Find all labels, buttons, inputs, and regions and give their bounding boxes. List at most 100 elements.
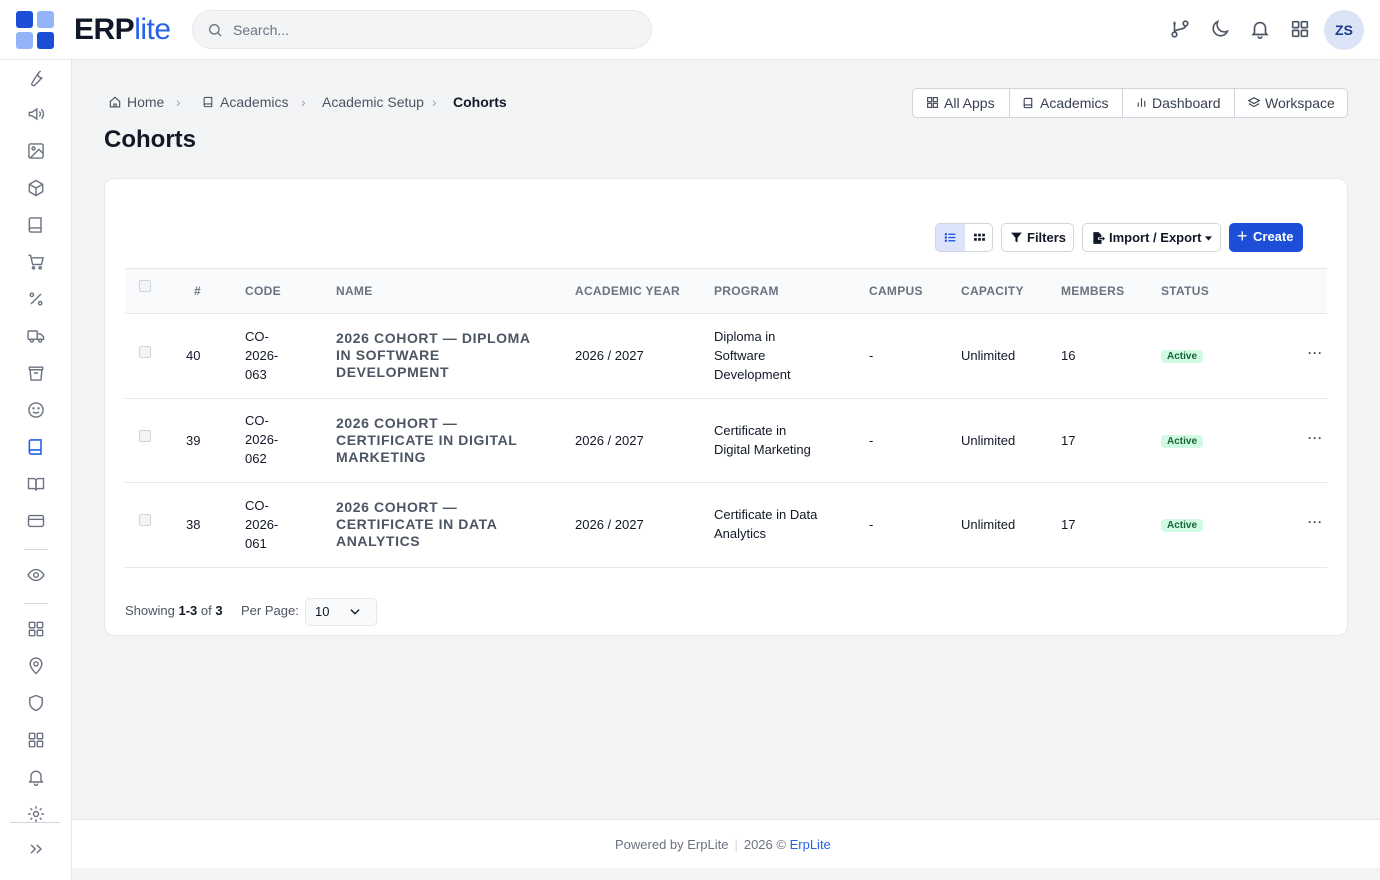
row-name[interactable]: 2026 COHORT — CERTIFICATE IN DATA ANALYT… xyxy=(336,499,546,550)
row-members: 17 xyxy=(1061,517,1076,532)
breadcrumb-academic-setup[interactable]: Academic Setup xyxy=(322,94,424,110)
row-checkbox[interactable] xyxy=(139,346,151,358)
col-capacity[interactable]: CAPACITY xyxy=(961,284,1024,298)
row-checkbox[interactable] xyxy=(139,430,151,442)
map-pin-icon[interactable] xyxy=(26,656,46,676)
all-apps-link[interactable]: All Apps xyxy=(913,89,1010,117)
row-name[interactable]: 2026 COHORT — DIPLOMA IN SOFTWARE DEVELO… xyxy=(336,330,546,381)
filter-icon xyxy=(1011,232,1022,243)
book-icon[interactable] xyxy=(26,215,46,235)
smile-icon[interactable] xyxy=(26,400,46,420)
row-number: 39 xyxy=(186,433,201,448)
per-page-label: Per Page: xyxy=(241,603,299,618)
top-bar: ERPlite ZS xyxy=(0,0,1380,60)
cart-icon[interactable] xyxy=(26,252,46,272)
select-all-checkbox[interactable] xyxy=(139,280,151,292)
page-footer: Powered by ErpLite | 2026 © ErpLite xyxy=(72,819,1380,868)
col-members[interactable]: MEMBERS xyxy=(1061,284,1124,298)
row-actions-button[interactable]: ··· xyxy=(1308,431,1323,445)
grid-icon[interactable] xyxy=(26,619,46,639)
academics-book-icon[interactable] xyxy=(26,437,46,457)
row-program: Certificate in Digital Marketing xyxy=(714,423,811,457)
bell-icon[interactable] xyxy=(1249,18,1271,40)
search-input[interactable] xyxy=(233,19,633,41)
moon-icon[interactable] xyxy=(1209,18,1231,40)
sidebar-divider xyxy=(10,822,60,823)
row-academic-year: 2026 / 2027 xyxy=(575,433,644,448)
search-icon xyxy=(209,24,222,37)
shield-icon[interactable] xyxy=(26,693,46,713)
credit-card-icon[interactable] xyxy=(26,511,46,531)
filters-button[interactable]: Filters xyxy=(1001,223,1074,252)
row-code: CO-2026-061 xyxy=(245,498,279,551)
col-number: # xyxy=(194,284,201,298)
breadcrumb-separator: › xyxy=(432,94,437,110)
book-icon xyxy=(1023,97,1033,109)
table-row[interactable]: 38 CO-2026-061 2026 COHORT — CERTIFICATE… xyxy=(125,483,1327,568)
col-code[interactable]: CODE xyxy=(245,284,281,298)
apps-icon[interactable] xyxy=(26,730,46,750)
sidebar-divider xyxy=(24,603,48,604)
caret-down-icon xyxy=(1205,236,1212,241)
row-capacity: Unlimited xyxy=(961,517,1016,532)
logo-mark-icon xyxy=(16,11,54,49)
academics-link[interactable]: Academics xyxy=(1010,89,1123,117)
row-campus: - xyxy=(869,348,874,363)
row-actions-button[interactable]: ··· xyxy=(1308,515,1323,529)
user-avatar[interactable]: ZS xyxy=(1324,10,1364,50)
list-view-button[interactable] xyxy=(936,224,965,251)
truck-icon[interactable] xyxy=(26,326,46,346)
git-branch-icon[interactable] xyxy=(1169,18,1191,40)
dashboard-link[interactable]: Dashboard xyxy=(1123,89,1235,117)
row-number: 40 xyxy=(186,348,201,363)
breadcrumb-separator: › xyxy=(301,94,306,110)
grid-dots-icon xyxy=(974,233,985,241)
workspace-link[interactable]: Workspace xyxy=(1235,89,1348,117)
percent-icon[interactable] xyxy=(26,289,46,309)
row-number: 38 xyxy=(186,517,201,532)
sidebar xyxy=(0,60,72,880)
box-icon[interactable] xyxy=(26,178,46,198)
page-title: Cohorts xyxy=(104,126,196,153)
table-row[interactable]: 40 CO-2026-063 2026 COHORT — DIPLOMA IN … xyxy=(125,314,1327,399)
row-actions-button[interactable]: ··· xyxy=(1308,346,1323,360)
col-campus[interactable]: CAMPUS xyxy=(869,284,923,298)
create-button[interactable]: + Create xyxy=(1229,223,1303,252)
col-academic-year[interactable]: ACADEMIC YEAR xyxy=(575,284,680,298)
breadcrumb-separator: › xyxy=(176,94,181,110)
book-icon xyxy=(203,96,213,108)
bag-icon[interactable] xyxy=(26,363,46,383)
row-campus: - xyxy=(869,517,874,532)
image-icon[interactable] xyxy=(26,141,46,161)
footer-brand-link[interactable]: ErpLite xyxy=(790,837,831,852)
bell-icon[interactable] xyxy=(26,767,46,787)
row-name[interactable]: 2026 COHORT — CERTIFICATE IN DIGITAL MAR… xyxy=(336,415,546,466)
grid-view-button[interactable] xyxy=(965,224,994,251)
col-program[interactable]: PROGRAM xyxy=(714,284,779,298)
open-book-icon[interactable] xyxy=(26,474,46,494)
table-row[interactable]: 39 CO-2026-062 2026 COHORT — CERTIFICATE… xyxy=(125,399,1327,483)
layers-icon xyxy=(1247,97,1261,108)
breadcrumb-home[interactable]: Home xyxy=(127,94,164,110)
row-academic-year: 2026 / 2027 xyxy=(575,517,644,532)
row-program: Certificate in Data Analytics xyxy=(714,507,818,541)
megaphone-icon[interactable] xyxy=(26,104,46,124)
col-name[interactable]: NAME xyxy=(336,284,373,298)
brand-logo[interactable]: ERPlite xyxy=(74,13,171,47)
wrench-icon[interactable] xyxy=(26,68,46,88)
import-export-button[interactable]: Import / Export xyxy=(1082,223,1221,252)
col-status[interactable]: STATUS xyxy=(1161,284,1209,298)
apps-grid-icon[interactable] xyxy=(1289,18,1311,40)
quick-links: All Apps Academics Dashboard Workspace xyxy=(912,88,1348,118)
global-search[interactable] xyxy=(192,10,652,49)
table-header: # CODE NAME ACADEMIC YEAR PROGRAM CAMPUS… xyxy=(125,268,1327,314)
view-toggle xyxy=(935,223,993,252)
plus-icon: + xyxy=(1237,226,1248,246)
status-badge: Active xyxy=(1161,350,1204,363)
gear-icon[interactable] xyxy=(26,804,46,824)
breadcrumb-academics[interactable]: Academics xyxy=(220,94,288,110)
eye-icon[interactable] xyxy=(26,565,46,585)
expand-icon[interactable] xyxy=(26,839,46,859)
per-page-select[interactable]: 10 xyxy=(305,598,377,626)
row-checkbox[interactable] xyxy=(139,514,151,526)
